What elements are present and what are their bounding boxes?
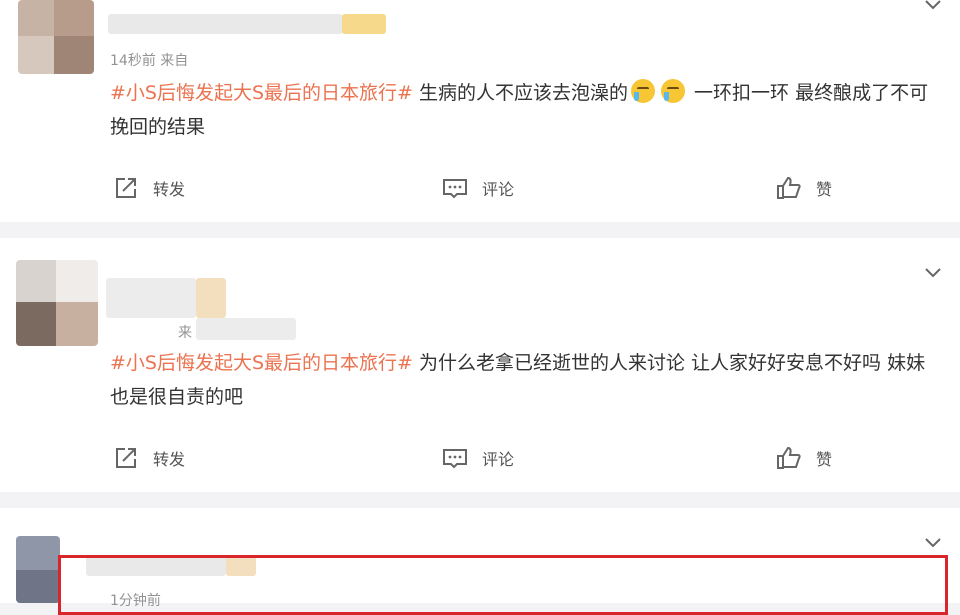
share-icon [116, 178, 136, 198]
chevron-down-icon[interactable] [925, 538, 941, 548]
thumbs-up-icon [777, 446, 801, 469]
repost-button[interactable]: 转发 [113, 446, 185, 470]
like-button[interactable]: 赞 [776, 176, 832, 200]
username-blurred[interactable] [108, 14, 343, 34]
avatar[interactable] [16, 260, 98, 346]
thumbs-up-icon [777, 176, 801, 199]
highlight-box [58, 555, 948, 615]
comment-icon [443, 179, 467, 199]
comment-icon [443, 449, 467, 469]
verified-badge-blurred [196, 278, 226, 318]
post-text: #小S后悔发起大S最后的日本旅行# 生病的人不应该去泡澡的 一环扣一环 最终酿成… [110, 76, 938, 144]
post-meta: 14秒前 来自 [110, 53, 189, 69]
avatar[interactable] [16, 536, 60, 603]
chevron-down-icon[interactable] [925, 0, 941, 10]
post-card-2: 来 #小S后悔发起大S最后的日本旅行# 为什么老拿已经逝世的人来讨论 让人家好好… [0, 238, 960, 492]
topic-link[interactable]: #小S后悔发起大S最后的日本旅行# [110, 82, 413, 104]
comment-button[interactable]: 评论 [442, 176, 514, 200]
comment-button[interactable]: 评论 [442, 446, 514, 470]
crying-face-emoji [661, 79, 686, 103]
avatar[interactable] [18, 0, 94, 74]
chevron-down-icon[interactable] [925, 268, 941, 278]
crying-face-emoji [631, 79, 656, 103]
username-blurred[interactable] [106, 278, 196, 318]
post-text: #小S后悔发起大S最后的日本旅行# 为什么老拿已经逝世的人来讨论 让人家好好安息… [110, 352, 926, 408]
post-card-1: 14秒前 来自 #小S后悔发起大S最后的日本旅行# 生病的人不应该去泡澡的 一环… [0, 0, 960, 222]
repost-button[interactable]: 转发 [113, 176, 185, 200]
meta-blurred [196, 318, 296, 340]
verified-badge-blurred [342, 14, 386, 34]
post-meta: 来 [178, 325, 192, 341]
topic-link[interactable]: #小S后悔发起大S最后的日本旅行# [110, 352, 413, 374]
like-button[interactable]: 赞 [776, 446, 832, 470]
share-icon [116, 448, 136, 468]
